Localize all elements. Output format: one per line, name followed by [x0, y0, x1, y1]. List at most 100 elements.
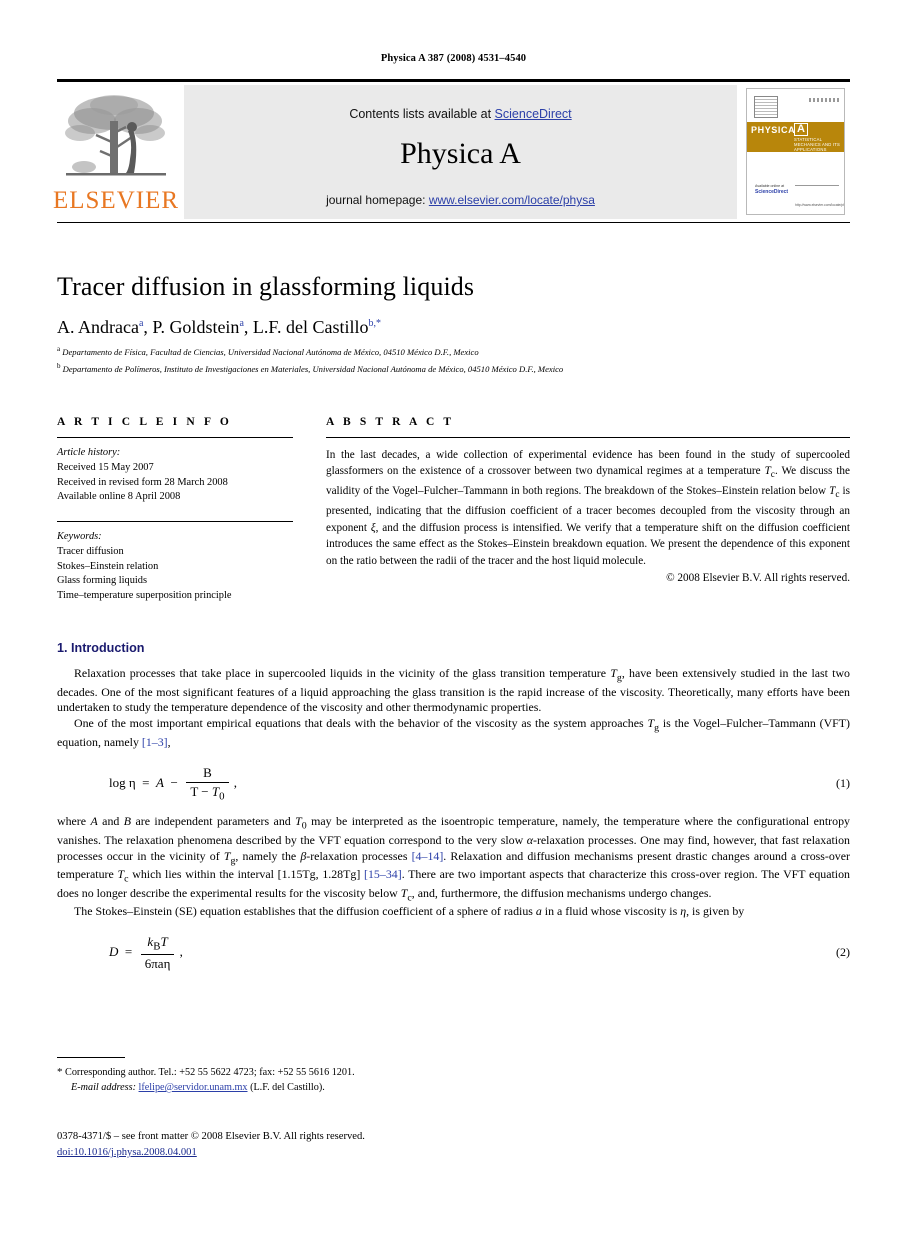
equation-1-equals: =: [138, 774, 153, 790]
equation-1-denominator: T − T0: [186, 781, 229, 802]
author-1-affil-mark[interactable]: a: [139, 318, 143, 329]
article-body: 1. Introduction Relaxation processes tha…: [57, 641, 850, 984]
homepage-prefix: journal homepage:: [326, 193, 429, 207]
doi-link[interactable]: doi:10.1016/j.physa.2008.04.001: [57, 1147, 197, 1158]
abstract-text: In the last decades, a wide collection o…: [326, 449, 850, 567]
affiliation-a: a Departamento de Física, Facultad de Ci…: [57, 345, 850, 358]
reference-link[interactable]: [1–3]: [142, 735, 168, 749]
colophon-front-matter: 0378-4371/$ – see front matter © 2008 El…: [57, 1131, 365, 1142]
elsevier-logo: ELSEVIER: [53, 85, 178, 219]
equation-2-fraction: kBT 6πaη: [140, 934, 175, 972]
cover-footer-url: http://www.elsevier.com/locate/physa: [795, 203, 845, 207]
contents-lists-line: Contents lists available at ScienceDirec…: [184, 85, 737, 121]
equation-2-equals: =: [121, 943, 136, 959]
author-3: L.F. del Castillo: [252, 317, 369, 338]
footnote-corresponding-text: Corresponding author. Tel.: +52 55 5622 …: [65, 1067, 355, 1078]
journal-title: Physica A: [400, 137, 521, 170]
article-info-rule-1: [57, 437, 293, 438]
footnote-email: E-mail address: lfelipe@servidor.unam.mx…: [57, 1081, 557, 1096]
reference-link[interactable]: [4–14]: [412, 849, 444, 863]
affiliation-b-text: Departamento de Polímeros, Instituto de …: [62, 363, 564, 374]
equation-1-row: log η = A − B T − T0 , (1): [57, 765, 850, 803]
affiliation-b: b Departamento de Polímeros, Instituto d…: [57, 362, 850, 375]
keyword-item: Tracer diffusion: [57, 545, 124, 557]
title-block: Tracer diffusion in glassforming liquids…: [57, 272, 850, 375]
affiliation-a-text: Departamento de Física, Facultad de Cien…: [62, 346, 479, 357]
equation-1-rhs-a: A: [156, 774, 164, 790]
author-2: P. Goldstein: [152, 317, 240, 338]
masthead-bottom-rule: [57, 222, 850, 223]
article-info-heading: A R T I C L E I N F O: [57, 416, 232, 428]
elsevier-tree-icon: [62, 87, 170, 187]
equation-2-body: D = kBT 6πaη ,: [57, 934, 836, 972]
abstract-heading: A B S T R A C T: [326, 416, 455, 428]
keyword-item: Time–temperature superposition principle: [57, 590, 232, 602]
equation-1-minus: −: [167, 774, 182, 790]
paragraph-1: Relaxation processes that take place in …: [57, 666, 850, 715]
equation-1-lhs: log η: [109, 774, 136, 790]
equation-2-number: (2): [836, 945, 850, 960]
equation-2-denominator: 6πaη: [140, 953, 175, 972]
corresponding-author-footnote: * Corresponding author. Tel.: +52 55 562…: [57, 1057, 557, 1096]
article-info-rule-2: [57, 521, 293, 523]
page-title: Tracer diffusion in glassforming liquids: [57, 272, 475, 301]
keywords-block: Keywords: Tracer diffusion Stokes–Einste…: [57, 530, 293, 604]
equation-2-numerator: kBT: [147, 934, 168, 953]
equation-1-numerator: B: [203, 764, 212, 780]
affiliation-b-mark: b: [57, 361, 61, 370]
section-heading-introduction: 1. Introduction: [57, 641, 145, 655]
cover-publisher-mark-icon: [754, 96, 778, 118]
keyword-item: Stokes–Einstein relation: [57, 560, 159, 572]
colophon: 0378-4371/$ – see front matter © 2008 El…: [57, 1129, 657, 1161]
footnote-email-label: E-mail address:: [71, 1081, 136, 1093]
author-2-affil-mark[interactable]: a: [239, 318, 243, 329]
abstract-copyright: © 2008 Elsevier B.V. All rights reserved…: [666, 572, 850, 585]
equation-1-number: (1): [836, 775, 850, 790]
equation-2-trailing: ,: [179, 943, 183, 959]
contents-prefix: Contents lists available at: [349, 107, 495, 121]
author-1: A. Andraca: [57, 317, 139, 338]
cover-journal-subtitle: STATISTICAL MECHANICS AND ITS APPLICATIO…: [794, 137, 840, 152]
keywords-label: Keywords:: [57, 531, 102, 543]
equation-2-lhs: D: [109, 943, 119, 959]
equation-2-row: D = kBT 6πaη , (2): [57, 934, 850, 972]
author-list: A. Andracaa, P. Goldsteina, L.F. del Cas…: [57, 317, 381, 338]
journal-banner: Contents lists available at ScienceDirec…: [184, 85, 737, 219]
sciencedirect-link[interactable]: ScienceDirect: [495, 107, 572, 121]
journal-cover-cell: PHYSICA A STATISTICAL MECHANICS AND ITS …: [746, 85, 850, 219]
footnote-email-link[interactable]: lfelipe@servidor.unam.mx: [139, 1082, 248, 1093]
article-history: Article history: Received 15 May 2007 Re…: [57, 446, 293, 505]
article-page: Physica A 387 (2008) 4531–4540 ELSEVIER …: [0, 0, 907, 1238]
article-info-column: A R T I C L E I N F O Article history: R…: [57, 416, 293, 604]
affiliation-a-mark: a: [57, 345, 61, 354]
keyword-item: Glass forming liquids: [57, 575, 148, 587]
article-history-item: Received 15 May 2007: [57, 461, 154, 473]
journal-cover-thumbnail: PHYSICA A STATISTICAL MECHANICS AND ITS …: [746, 88, 845, 215]
cover-journal-letter: A: [794, 123, 808, 136]
equation-1-body: log η = A − B T − T0 ,: [57, 765, 836, 803]
journal-homepage-line: journal homepage: www.elsevier.com/locat…: [184, 193, 737, 207]
cover-title-band: PHYSICA A STATISTICAL MECHANICS AND ITS …: [747, 122, 844, 152]
footnote-corresponding: * Corresponding author. Tel.: +52 55 562…: [57, 1065, 557, 1081]
footnote-email-owner: (L.F. del Castillo).: [250, 1081, 325, 1093]
masthead-top-rule: [57, 79, 850, 82]
journal-homepage-link[interactable]: www.elsevier.com/locate/physa: [429, 193, 595, 207]
paragraph-4: The Stokes–Einstein (SE) equation establ…: [74, 904, 745, 919]
author-3-affil-mark[interactable]: b,*: [368, 318, 381, 329]
footnote-rule: [57, 1057, 125, 1058]
article-history-item: Received in revised form 28 March 2008: [57, 476, 228, 488]
cover-journal-name: PHYSICA: [751, 125, 796, 135]
elsevier-wordmark: ELSEVIER: [52, 187, 180, 214]
equation-1-trailing: ,: [233, 774, 238, 790]
reference-link[interactable]: [15–34]: [364, 867, 402, 881]
equation-1-fraction: B T − T0: [186, 764, 229, 802]
cover-barcode-icon: [809, 98, 839, 102]
paragraph-2: One of the most important empirical equa…: [57, 716, 850, 749]
journal-masthead: ELSEVIER Contents lists available at Sci…: [53, 79, 850, 223]
paragraph-3: where A and B are independent parameters…: [57, 814, 850, 904]
abstract-rule: [326, 437, 850, 438]
abstract-column: A B S T R A C T In the last decades, a w…: [326, 416, 850, 604]
running-head: Physica A 387 (2008) 4531–4540: [380, 53, 527, 64]
cover-sciencedirect-caption: Available online at: [755, 184, 785, 188]
article-history-item: Available online 8 April 2008: [57, 491, 181, 503]
